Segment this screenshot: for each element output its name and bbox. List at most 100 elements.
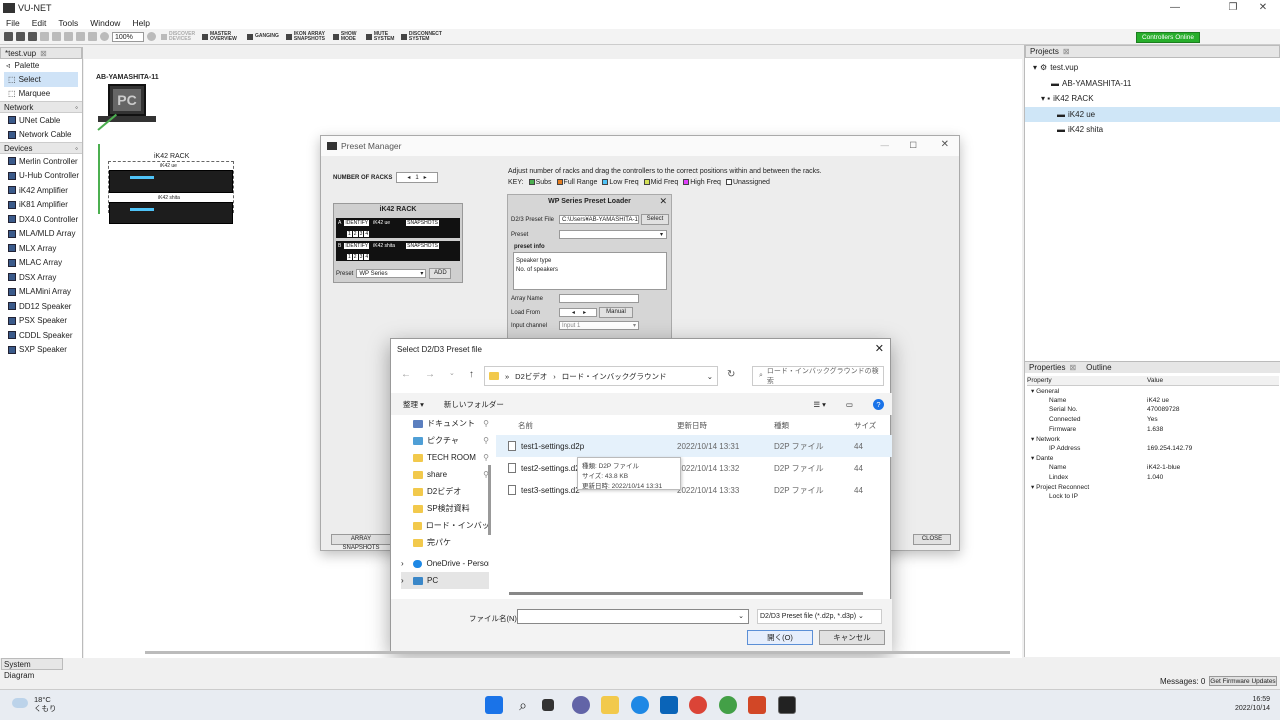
snapshots-button[interactable]: SNAPSHOTS: [406, 220, 439, 226]
palette-unet-cable[interactable]: UNet Cable: [0, 113, 82, 128]
pin-icon[interactable]: ⚲: [483, 453, 489, 462]
tree-rack[interactable]: ▾ ▪ iK42 RACK: [1025, 91, 1280, 107]
devices-section[interactable]: Devices ◦: [0, 142, 82, 154]
view-menu-icon[interactable]: ☰ ▾: [813, 400, 826, 409]
close-loader-icon[interactable]: ✕: [659, 196, 667, 207]
amp1-device[interactable]: [109, 170, 233, 193]
help-icon[interactable]: ?: [873, 398, 884, 410]
discover-devices-button[interactable]: DISCOVER DEVICES: [159, 31, 197, 42]
property-group[interactable]: ▾ Project Reconnect: [1027, 482, 1279, 492]
app-icon[interactable]: [719, 696, 737, 714]
show-mode-button[interactable]: SHOW MODE: [331, 31, 361, 42]
nav-item[interactable]: TECH ROOM ⚲: [401, 449, 489, 466]
property-group[interactable]: ▾ Network: [1027, 434, 1279, 444]
zoom-in-icon[interactable]: [147, 32, 156, 41]
refresh-icon[interactable]: ↻: [727, 369, 735, 380]
up-icon[interactable]: ↑: [469, 369, 474, 380]
chevron-down-icon[interactable]: ⌄: [707, 372, 713, 381]
chevron-right-icon[interactable]: ›: [401, 559, 409, 568]
preview-pane-icon[interactable]: ▭: [846, 400, 853, 409]
cancel-button[interactable]: キャンセル: [819, 630, 885, 645]
input-channel-select[interactable]: Input 1 ▾: [559, 321, 639, 330]
palette-device-item[interactable]: MLA/MLD Array: [0, 227, 82, 242]
breadcrumb-d2video[interactable]: D2ビデオ: [515, 371, 547, 382]
snapshots-button[interactable]: SNAPSHOTS: [406, 243, 439, 249]
breadcrumb-load[interactable]: ロード・インバックグラウンド: [562, 371, 667, 382]
start-icon[interactable]: [485, 696, 503, 714]
palette-network-cable[interactable]: Network Cable: [0, 128, 82, 143]
edge-icon[interactable]: [631, 696, 649, 714]
new-folder-button[interactable]: 新しいフォルダー: [444, 399, 504, 410]
menu-file[interactable]: File: [6, 18, 20, 28]
nav-item[interactable]: 完パケ: [401, 534, 489, 551]
file-row[interactable]: test2-settings.d2 2022/10/14 13:32 D2P ファイ…: [496, 457, 892, 479]
open-button[interactable]: 開く(O): [747, 630, 813, 645]
pin-icon[interactable]: ⚲: [483, 419, 489, 428]
maximize-icon[interactable]: ☐: [909, 140, 917, 151]
chevron-right-icon[interactable]: ›: [401, 576, 409, 585]
select-file-button[interactable]: Select: [641, 214, 669, 225]
mute-system-button[interactable]: MUTE SYSTEM: [364, 31, 396, 42]
palette-device-item[interactable]: U-Hub Controller: [0, 169, 82, 184]
menu-help[interactable]: Help: [132, 18, 149, 28]
array-name-input[interactable]: [559, 294, 639, 303]
doc-tab[interactable]: *test.vup ⊠: [0, 47, 82, 59]
palette-device-item[interactable]: Merlin Controller: [0, 154, 82, 169]
tab-outline[interactable]: Outline: [1086, 363, 1111, 372]
search-icon[interactable]: ⌕: [514, 696, 532, 714]
palette-device-item[interactable]: MLX Array: [0, 241, 82, 256]
outlook-icon[interactable]: [660, 696, 678, 714]
tree-amp-ue[interactable]: ▬ iK42 ue: [1025, 106, 1280, 122]
tree-pc[interactable]: ▬ AB-YAMASHITA-11: [1025, 76, 1280, 92]
minimize-icon[interactable]: —: [1160, 0, 1190, 16]
pc-icon[interactable]: PC: [108, 84, 146, 116]
weather-widget[interactable]: 18°C くもり: [34, 695, 57, 713]
file-type-filter[interactable]: D2/D3 Preset file (*.d2p, *.d3p) ⌄: [757, 609, 882, 624]
preset-file-field[interactable]: C:\Users¥AB-YAMASHITA-1: [559, 215, 639, 224]
zoom-out-icon[interactable]: [100, 32, 109, 41]
save-icon[interactable]: [28, 32, 37, 41]
identify-button[interactable]: IDENTIFY: [344, 243, 370, 249]
back-icon[interactable]: ←: [401, 369, 411, 380]
powerpoint-icon[interactable]: [748, 696, 766, 714]
palette-device-item[interactable]: CDDL Speaker: [0, 328, 82, 343]
tree-project[interactable]: ▾ ⚙ test.vup: [1025, 60, 1280, 76]
identify-button[interactable]: IDENTIFY: [344, 220, 370, 226]
col-size[interactable]: サイズ: [854, 420, 876, 431]
tool-marquee[interactable]: ⬚ Marquee: [0, 87, 82, 102]
horizontal-scrollbar[interactable]: [509, 592, 863, 595]
network-section[interactable]: Network ◦: [0, 101, 82, 113]
file-row[interactable]: test1-settings.d2p 2022/10/14 13:31 D2P ファ…: [496, 435, 892, 457]
tab-properties[interactable]: Properties: [1029, 363, 1065, 372]
nav-item[interactable]: share ⚲: [401, 466, 489, 483]
palette-device-item[interactable]: DSX Array: [0, 270, 82, 285]
dialog-close-icon[interactable]: ✕: [875, 342, 884, 355]
close-icon[interactable]: ✕: [941, 139, 949, 150]
close-icon[interactable]: ✕: [1248, 0, 1278, 16]
manual-button[interactable]: Manual: [599, 307, 633, 318]
zoom-field[interactable]: 100%: [112, 31, 144, 42]
teams-icon[interactable]: [572, 696, 590, 714]
task-view-icon[interactable]: [542, 699, 554, 711]
forward-icon[interactable]: →: [425, 369, 435, 380]
palette-device-item[interactable]: PSX Speaker: [0, 314, 82, 329]
undo-icon[interactable]: [76, 32, 85, 41]
palette-device-item[interactable]: DD12 Speaker: [0, 299, 82, 314]
tool-select[interactable]: ⬚ Select: [4, 72, 78, 87]
canvas-scrollbar[interactable]: [145, 651, 1010, 654]
file-row[interactable]: test3-settings.d2 2022/10/14 13:33 D2P ファイ…: [496, 479, 892, 501]
clock[interactable]: 16:59 2022/10/14: [1224, 695, 1270, 713]
cut-icon[interactable]: [40, 32, 49, 41]
array-snapshots-button[interactable]: ARRAY SNAPSHOTS: [331, 534, 391, 551]
chrome-icon[interactable]: [689, 696, 707, 714]
add-button[interactable]: ADD: [429, 268, 452, 279]
menu-window[interactable]: Window: [90, 18, 120, 28]
property-group[interactable]: ▾ General: [1027, 386, 1279, 396]
nav-item[interactable]: › PC: [401, 572, 489, 589]
paste-icon[interactable]: [64, 32, 73, 41]
ikon-array-snapshots-button[interactable]: IKON ARRAY SNAPSHOTS: [284, 31, 328, 42]
palette-device-item[interactable]: iK42 Amplifier: [0, 183, 82, 198]
copy-icon[interactable]: [52, 32, 61, 41]
tree-amp-shita[interactable]: ▬ iK42 shita: [1025, 122, 1280, 138]
history-icon[interactable]: ⌄: [449, 369, 455, 380]
